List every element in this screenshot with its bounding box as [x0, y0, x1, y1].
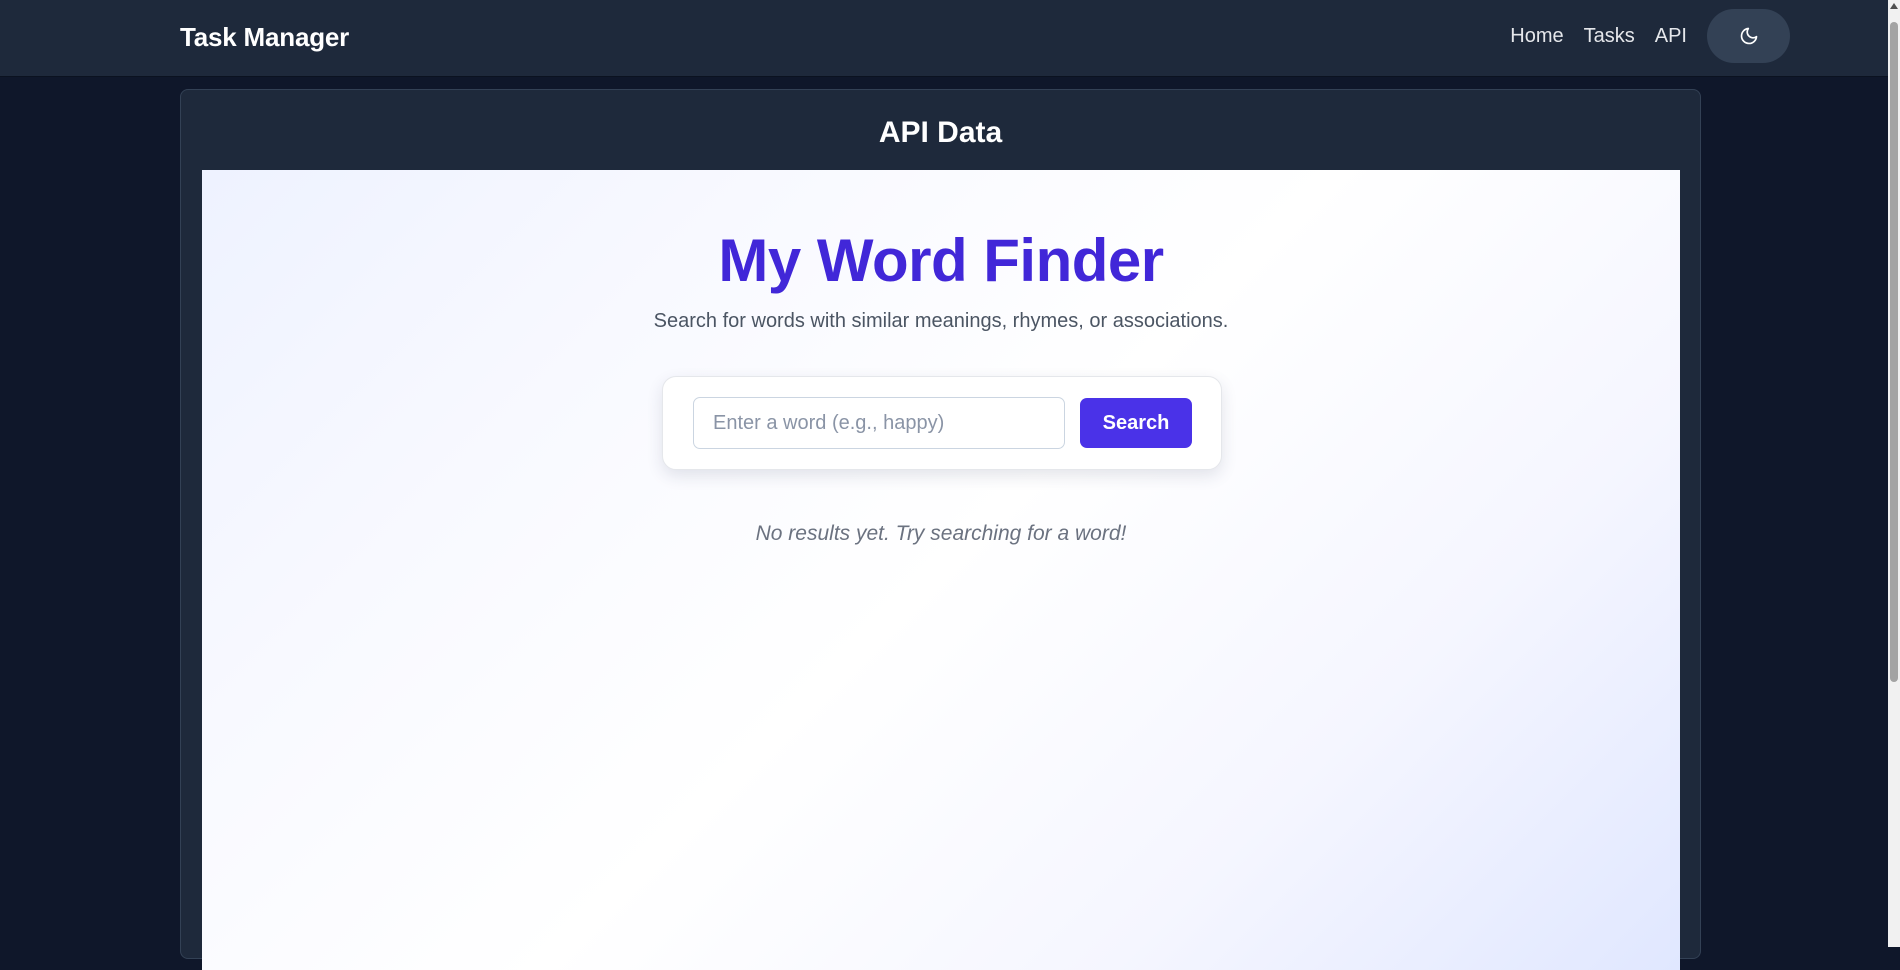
card-title: API Data: [878, 116, 1003, 149]
page-scrollbar[interactable]: [1888, 0, 1900, 947]
scroll-up-arrow-icon[interactable]: [1890, 3, 1898, 9]
moon-icon: [1740, 27, 1757, 45]
word-search-input[interactable]: [693, 397, 1065, 449]
empty-results-message: No results yet. Try searching for a word…: [755, 522, 1127, 545]
nav-links: Home Tasks API: [1510, 9, 1790, 63]
search-button[interactable]: Search: [1080, 398, 1192, 448]
brand-title[interactable]: Task Manager: [180, 22, 349, 53]
top-navbar: Task Manager Home Tasks API: [0, 0, 1888, 77]
nav-link-tasks[interactable]: Tasks: [1584, 25, 1635, 48]
theme-toggle-button[interactable]: [1707, 9, 1790, 63]
search-panel: Search: [662, 376, 1222, 470]
nav-link-api[interactable]: API: [1655, 25, 1687, 48]
scrollbar-thumb[interactable]: [1890, 22, 1898, 682]
app-title: My Word Finder: [718, 227, 1164, 294]
app-subtitle: Search for words with similar meanings, …: [653, 310, 1229, 332]
nav-link-home[interactable]: Home: [1510, 25, 1563, 48]
word-finder-app: My Word Finder Search for words with sim…: [202, 170, 1680, 970]
api-data-card: API Data My Word Finder Search for words…: [180, 89, 1701, 970]
